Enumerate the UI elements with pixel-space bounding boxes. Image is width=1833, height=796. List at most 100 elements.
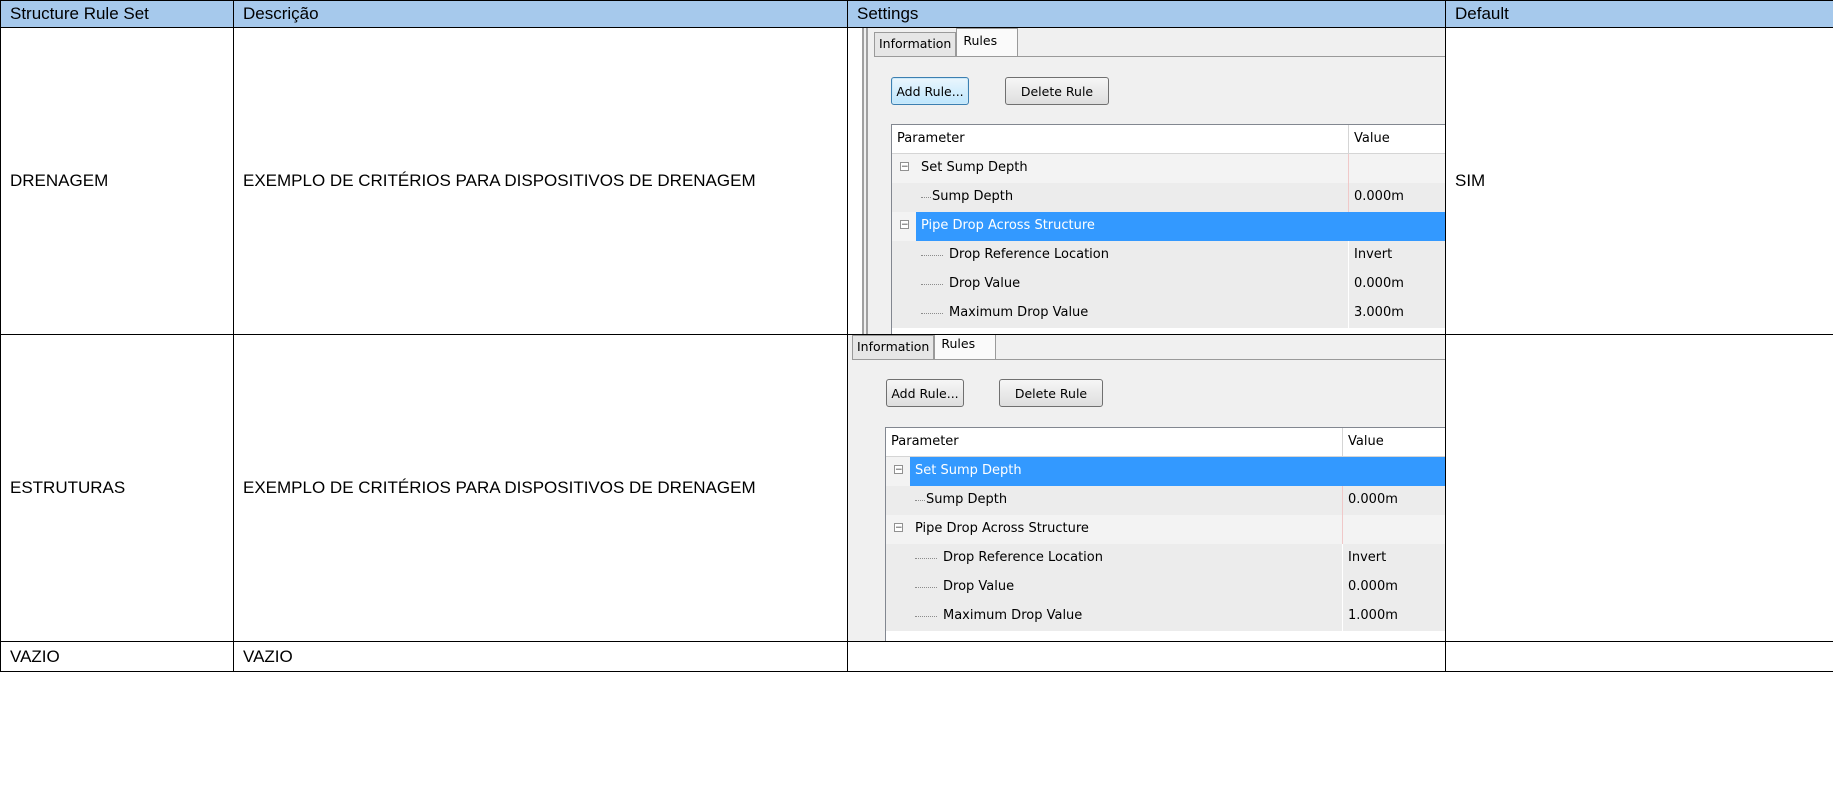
tab-rules[interactable]: Rules (956, 28, 1019, 57)
column-value[interactable]: Value (1348, 434, 1384, 449)
rule-param-row[interactable]: Maximum Drop Value 1.000m (886, 602, 1445, 632)
header-descricao: Descrição (233, 0, 848, 28)
column-parameter[interactable]: Parameter (897, 131, 965, 146)
rule-name: Pipe Drop Across Structure (921, 218, 1095, 233)
value-separator (1348, 270, 1349, 299)
column-separator (1342, 428, 1343, 456)
tab-divider (874, 56, 1445, 57)
param-name: Drop Reference Location (943, 550, 1103, 565)
collapse-icon[interactable]: − (900, 220, 909, 230)
column-value[interactable]: Value (1354, 131, 1390, 146)
tree-line (921, 197, 931, 198)
rule-name: Set Sump Depth (915, 463, 1022, 478)
value-separator (1348, 154, 1349, 183)
rule-param-row[interactable]: Sump Depth 0.000m (886, 486, 1445, 516)
rule-set-description: EXEMPLO DE CRITÉRIOS PARA DISPOSITIVOS D… (233, 27, 848, 335)
rules-panel: Information Rules Add Rule... Delete Rul… (848, 335, 1445, 641)
rule-name: Pipe Drop Across Structure (915, 521, 1089, 536)
header-settings: Settings (847, 0, 1446, 28)
delete-rule-button[interactable]: Delete Rule (999, 379, 1103, 407)
value-separator (1348, 183, 1349, 212)
tab-strip: Information Rules (852, 335, 997, 360)
panel-frame-line (862, 28, 864, 334)
panel-frame-line (866, 28, 868, 334)
rule-set-name: ESTRUTURAS (0, 334, 234, 642)
param-value[interactable]: Invert (1354, 247, 1392, 262)
rule-set-default (1445, 641, 1833, 672)
value-separator (1342, 544, 1343, 573)
rule-group-row-selected[interactable]: − Pipe Drop Across Structure (892, 212, 1445, 242)
tab-information[interactable]: Information (874, 32, 957, 56)
param-name: Drop Reference Location (949, 247, 1109, 262)
rule-group-row-selected[interactable]: − Set Sump Depth (886, 457, 1445, 487)
rule-set-default: SIM (1445, 27, 1833, 335)
param-name: Maximum Drop Value (943, 608, 1083, 623)
structure-rule-table: Structure Rule Set Descrição Settings De… (0, 0, 1833, 672)
rule-param-row[interactable]: Drop Value 0.000m (886, 573, 1445, 603)
tree-line (921, 313, 943, 314)
rule-name: Set Sump Depth (921, 160, 1028, 175)
param-name: Sump Depth (932, 189, 1014, 204)
rule-param-row[interactable]: Drop Reference Location Invert (886, 544, 1445, 574)
column-separator (1348, 125, 1349, 153)
tab-rules[interactable]: Rules (934, 335, 997, 360)
grid-header: Parameter Value (892, 125, 1445, 154)
tree-line (915, 558, 937, 559)
param-value[interactable]: 0.000m (1354, 189, 1404, 204)
param-name: Drop Value (949, 276, 1021, 291)
rule-name-box: Set Sump Depth (916, 154, 1363, 183)
rule-set-name: VAZIO (0, 641, 234, 672)
rule-name-box: Pipe Drop Across Structure (910, 515, 1363, 544)
settings-cell: Information Rules Add Rule... Delete Rul… (847, 27, 1446, 335)
rule-set-name: DRENAGEM (0, 27, 234, 335)
rule-set-default (1445, 334, 1833, 642)
rules-panel: Information Rules Add Rule... Delete Rul… (862, 28, 1445, 334)
tree-line (915, 587, 937, 588)
settings-cell (847, 641, 1446, 672)
rule-name-box: Pipe Drop Across Structure (916, 212, 1445, 241)
tree-line (915, 616, 937, 617)
grid-header: Parameter Value (886, 428, 1445, 457)
value-separator (1348, 299, 1349, 328)
rules-grid: Parameter Value − Set Sump Depth Sump De… (891, 124, 1445, 334)
rule-param-row[interactable]: Drop Reference Location Invert (892, 241, 1445, 271)
header-structure-rule-set: Structure Rule Set (0, 0, 234, 28)
param-name: Drop Value (943, 579, 1015, 594)
add-rule-button[interactable]: Add Rule... (891, 77, 969, 105)
param-name: Sump Depth (926, 492, 1008, 507)
rule-group-row[interactable]: − Set Sump Depth (892, 154, 1445, 184)
collapse-icon[interactable]: − (894, 523, 903, 533)
add-rule-button[interactable]: Add Rule... (886, 379, 964, 407)
param-value[interactable]: Invert (1348, 550, 1386, 565)
param-value[interactable]: 0.000m (1354, 276, 1404, 291)
rule-param-row[interactable]: Sump Depth 0.000m (892, 183, 1445, 213)
tab-divider (852, 359, 1445, 360)
delete-rule-button[interactable]: Delete Rule (1005, 77, 1109, 105)
rule-set-description: EXEMPLO DE CRITÉRIOS PARA DISPOSITIVOS D… (233, 334, 848, 642)
collapse-icon[interactable]: − (900, 162, 909, 172)
param-value[interactable]: 1.000m (1348, 608, 1398, 623)
rule-set-description: VAZIO (233, 641, 848, 672)
table-row-drenagem: DRENAGEM EXEMPLO DE CRITÉRIOS PARA DISPO… (0, 27, 1833, 335)
param-value[interactable]: 3.000m (1354, 305, 1404, 320)
param-value[interactable]: 0.000m (1348, 579, 1398, 594)
param-value[interactable]: 0.000m (1348, 492, 1398, 507)
rule-param-row[interactable]: Drop Value 0.000m (892, 270, 1445, 300)
rule-name-box: Set Sump Depth (910, 457, 1363, 486)
column-parameter[interactable]: Parameter (891, 434, 959, 449)
header-default: Default (1445, 0, 1833, 28)
value-separator (1342, 573, 1343, 602)
value-separator (1342, 515, 1343, 544)
value-separator (1342, 602, 1343, 631)
table-row-estruturas: ESTRUTURAS EXEMPLO DE CRITÉRIOS PARA DIS… (0, 334, 1833, 642)
header-row: Structure Rule Set Descrição Settings De… (0, 0, 1833, 28)
settings-cell: Information Rules Add Rule... Delete Rul… (847, 334, 1446, 642)
tree-line (921, 255, 943, 256)
param-name: Maximum Drop Value (949, 305, 1089, 320)
collapse-icon[interactable]: − (894, 465, 903, 475)
tree-line (915, 500, 925, 501)
rule-param-row[interactable]: Maximum Drop Value 3.000m (892, 299, 1445, 329)
tab-information[interactable]: Information (852, 335, 935, 359)
rule-group-row[interactable]: − Pipe Drop Across Structure (886, 515, 1445, 545)
tab-strip: Information Rules (874, 28, 1019, 57)
